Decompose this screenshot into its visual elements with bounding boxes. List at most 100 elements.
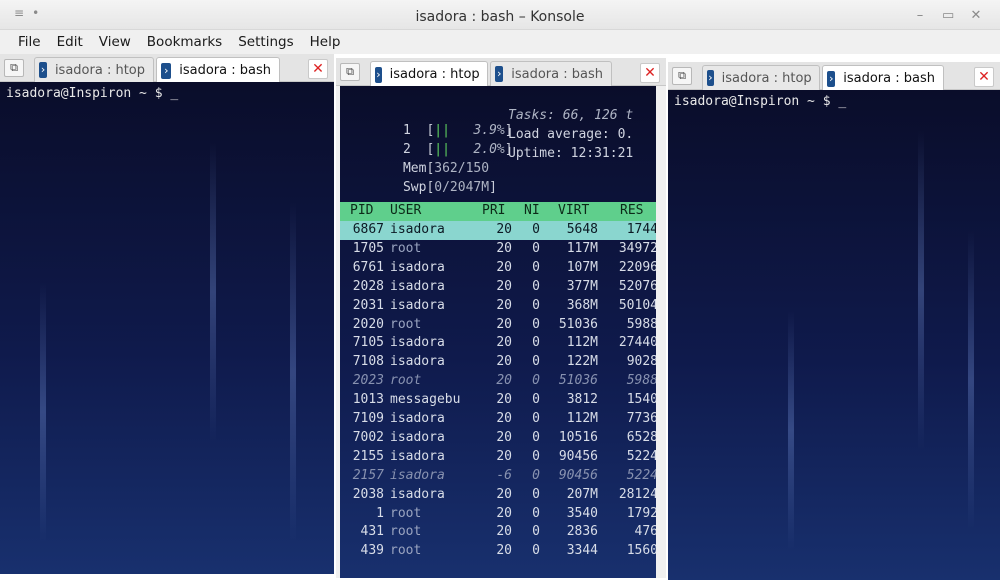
- tab-label: isadora : htop: [54, 62, 145, 78]
- htop-view[interactable]: 1 [|| 3.9%] 2 [|| 2.0%] Mem[362/150 Swp[…: [340, 86, 656, 578]
- cell-pri: 20: [496, 411, 512, 426]
- menu-bookmarks[interactable]: Bookmarks: [139, 34, 230, 50]
- cell-pid: 7105: [352, 335, 384, 351]
- cell-user: isadora: [390, 278, 445, 294]
- cell-user: isadora: [390, 335, 445, 351]
- terminal-view[interactable]: isadora@Inspiron ~ $ _: [668, 90, 1000, 580]
- cell-pid: 6867: [352, 222, 384, 237]
- cell-res: 5988: [626, 373, 656, 389]
- cell-res: 5224: [626, 467, 656, 483]
- process-row[interactable]: 439 root 20 0 3344 1560: [340, 542, 656, 561]
- tab-bash[interactable]: › isadora : bash: [156, 57, 280, 83]
- col-pid[interactable]: PID: [350, 203, 373, 218]
- tab-htop[interactable]: › isadora : htop: [702, 65, 820, 90]
- tab-bar: ⧉ › isadora : htop › isadora : bash ✕: [336, 58, 666, 87]
- window-titlebar[interactable]: ≡• isadora : bash – Konsole – ▭ ✕: [0, 0, 1000, 30]
- close-icon[interactable]: ✕: [970, 9, 982, 22]
- process-row[interactable]: 1013 messagebu 20 0 3812 1540: [340, 391, 656, 410]
- cell-pri: 20: [496, 429, 512, 445]
- tab-bash[interactable]: › isadora : bash: [490, 61, 612, 86]
- cell-res: 6528: [626, 429, 656, 445]
- col-ni[interactable]: NI: [524, 203, 540, 218]
- cell-ni: 0: [532, 297, 540, 313]
- menu-help[interactable]: Help: [302, 34, 349, 50]
- cell-pri: 20: [496, 297, 512, 313]
- cell-virt: 3344: [566, 543, 598, 559]
- konsole-icon: ›: [495, 66, 504, 82]
- menu-edit[interactable]: Edit: [49, 34, 91, 50]
- process-row[interactable]: 7105 isadora 20 0 112M 27440: [340, 334, 656, 353]
- cell-pid: 439: [360, 543, 384, 559]
- process-row[interactable]: 2020 root 20 0 51036 5988: [340, 316, 656, 335]
- konsole-icon: ›: [39, 62, 47, 78]
- cell-ni: 0: [532, 335, 540, 351]
- col-virt[interactable]: VIRT: [558, 203, 589, 218]
- process-row[interactable]: 2031 isadora 20 0 368M 50104: [340, 297, 656, 316]
- process-row[interactable]: 2023 root 20 0 51036 5988: [340, 372, 656, 391]
- cell-ni: 0: [532, 373, 540, 389]
- cell-virt: 5648: [566, 222, 598, 237]
- col-res[interactable]: RES: [620, 203, 643, 218]
- process-row[interactable]: 1705 root 20 0 117M 34972: [340, 240, 656, 259]
- cell-virt: 122M: [566, 354, 598, 370]
- process-row[interactable]: 2155 isadora 20 0 90456 5224: [340, 448, 656, 467]
- cell-res: 1540: [626, 392, 656, 408]
- menu-file[interactable]: File: [10, 34, 49, 50]
- cell-pri: 20: [496, 392, 512, 408]
- process-row[interactable]: 7108 isadora 20 0 122M 9028: [340, 353, 656, 372]
- minimize-icon[interactable]: –: [914, 9, 926, 22]
- menu-view[interactable]: View: [91, 34, 139, 50]
- process-row[interactable]: 2028 isadora 20 0 377M 52076: [340, 278, 656, 297]
- menu-settings[interactable]: Settings: [230, 34, 301, 50]
- cell-res: 1744: [626, 222, 656, 237]
- cell-user: root: [390, 543, 422, 559]
- cell-virt: 90456: [558, 467, 598, 483]
- process-table-header[interactable]: PID USER PRI NI VIRT RES: [340, 202, 656, 221]
- cell-user: root: [390, 524, 422, 540]
- process-row[interactable]: 6867 isadora 20 0 5648 1744: [340, 221, 656, 240]
- cell-res: 27440: [618, 335, 656, 351]
- process-row[interactable]: 6761 isadora 20 0 107M 22096: [340, 259, 656, 278]
- process-row[interactable]: 1 root 20 0 3540 1792: [340, 505, 656, 524]
- cell-user: isadora: [390, 486, 445, 502]
- terminal-view[interactable]: isadora@Inspiron ~ $ _: [0, 82, 334, 574]
- tab-htop[interactable]: › isadora : htop: [370, 61, 488, 87]
- col-user[interactable]: USER: [390, 203, 421, 218]
- cell-pid: 7002: [352, 429, 384, 445]
- cell-res: 7736: [626, 411, 656, 426]
- cell-user: isadora: [390, 297, 445, 313]
- process-row[interactable]: 7109 isadora 20 0 112M 7736: [340, 410, 656, 429]
- cell-res: 1560: [626, 543, 656, 559]
- new-tab-icon[interactable]: ⧉: [340, 63, 360, 81]
- cell-pid: 2157: [352, 467, 384, 483]
- process-row[interactable]: 2038 isadora 20 0 207M 28124: [340, 486, 656, 505]
- cell-ni: 0: [532, 505, 540, 521]
- col-pri[interactable]: PRI: [482, 203, 505, 218]
- cell-res: 9028: [626, 354, 656, 370]
- cell-pid: 2031: [352, 297, 384, 313]
- cell-ni: 0: [532, 222, 540, 237]
- process-row[interactable]: 431 root 20 0 2836 476: [340, 523, 656, 542]
- close-tab-icon[interactable]: ✕: [308, 59, 328, 79]
- cell-ni: 0: [532, 259, 540, 275]
- process-row[interactable]: 2157 isadora -6 0 90456 5224: [340, 467, 656, 486]
- cell-pri: -6: [496, 467, 512, 483]
- new-tab-icon[interactable]: ⧉: [672, 67, 692, 85]
- cell-virt: 107M: [566, 259, 598, 275]
- close-tab-icon[interactable]: ✕: [640, 63, 660, 83]
- cell-pid: 2020: [352, 316, 384, 332]
- process-row[interactable]: 7002 isadora 20 0 10516 6528: [340, 429, 656, 448]
- tab-bash[interactable]: › isadora : bash: [822, 65, 944, 91]
- cell-user: isadora: [390, 354, 445, 370]
- cell-ni: 0: [532, 467, 540, 483]
- cell-virt: 207M: [566, 486, 598, 502]
- cell-res: 22096: [618, 259, 656, 275]
- tab-htop[interactable]: › isadora : htop: [34, 57, 154, 82]
- maximize-icon[interactable]: ▭: [942, 9, 954, 22]
- cell-pri: 20: [496, 278, 512, 294]
- cell-virt: 377M: [566, 278, 598, 294]
- close-tab-icon[interactable]: ✕: [974, 67, 994, 87]
- tab-label: isadora : htop: [389, 67, 480, 82]
- cell-user: isadora: [390, 259, 445, 275]
- new-tab-icon[interactable]: ⧉: [4, 59, 24, 77]
